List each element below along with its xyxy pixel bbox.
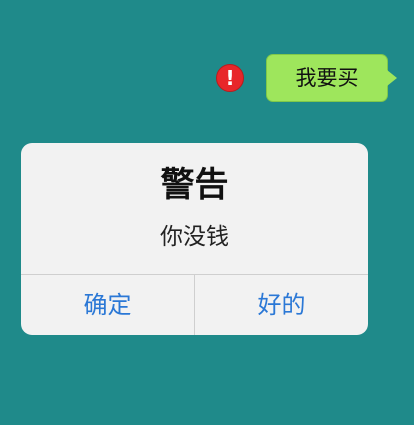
message-bubble[interactable]: 我要买 — [266, 54, 388, 102]
alert-title: 警告 — [160, 165, 229, 205]
alert-dialog: 警告 你没钱 确定 好的 — [21, 143, 368, 335]
send-failed-icon[interactable]: ! — [216, 64, 244, 92]
ok-button[interactable]: 好的 — [195, 275, 368, 335]
bubble-tail — [387, 70, 397, 86]
confirm-button[interactable]: 确定 — [21, 275, 195, 335]
alert-button-row: 确定 好的 — [21, 274, 368, 335]
alert-message: 你没钱 — [160, 224, 229, 250]
